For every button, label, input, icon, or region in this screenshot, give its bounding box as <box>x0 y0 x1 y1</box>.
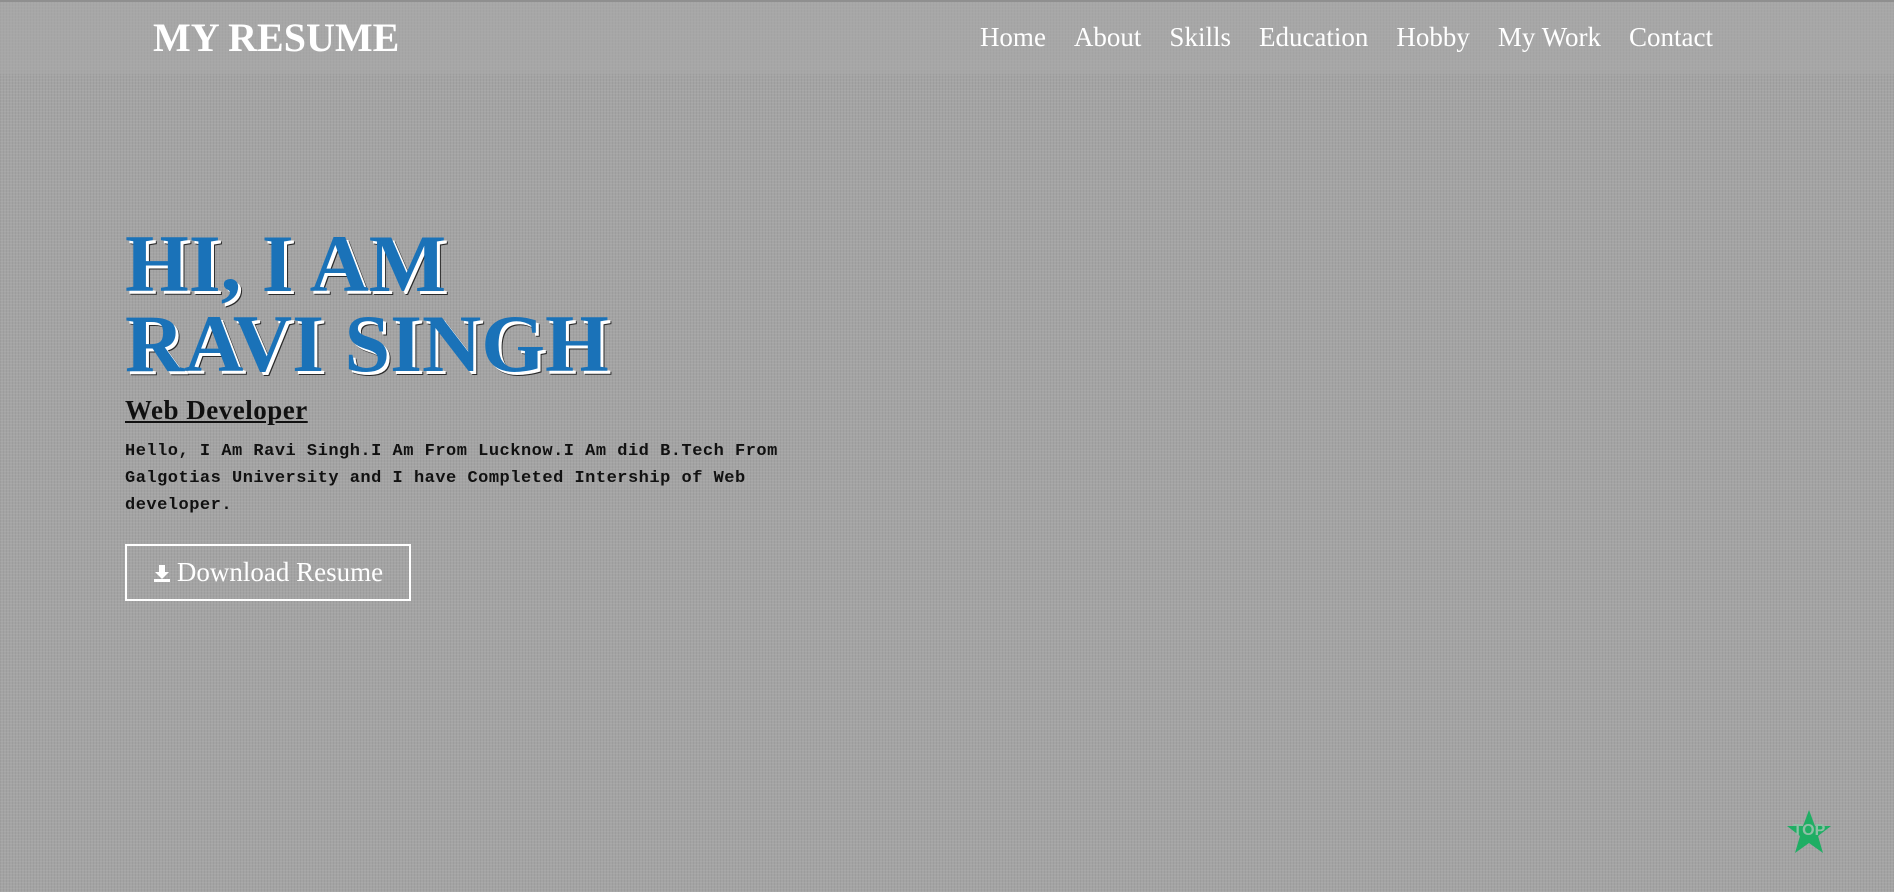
hero-section: HI, I AM RAVI SINGH Web Developer Hello,… <box>125 218 845 519</box>
role-heading: Web Developer <box>125 395 308 425</box>
scroll-top-button[interactable]: TOP <box>1785 808 1833 856</box>
hero-title: HI, I AM RAVI SINGH <box>125 218 845 389</box>
download-icon <box>153 564 170 582</box>
nav-link-contact[interactable]: Contact <box>1629 18 1713 56</box>
navbar: MY RESUME Home About Skills Education Ho… <box>0 0 1894 74</box>
download-resume-button[interactable]: Download Resume <box>125 544 411 601</box>
intro-text: Hello, I Am Ravi Singh.I Am From Lucknow… <box>125 442 778 515</box>
nav-link-about[interactable]: About <box>1074 18 1142 56</box>
scroll-top-label: TOP <box>1792 822 1826 839</box>
nav-link-home[interactable]: Home <box>980 18 1046 56</box>
main-nav: Home About Skills Education Hobby My Wor… <box>980 18 1713 56</box>
nav-link-education[interactable]: Education <box>1259 18 1368 56</box>
nav-link-my-work[interactable]: My Work <box>1498 18 1601 56</box>
download-resume-label: Download Resume <box>176 557 384 587</box>
site-logo[interactable]: MY RESUME <box>153 14 399 62</box>
hero-title-line1: HI, I AM <box>125 218 447 309</box>
hero-title-line2: RAVI SINGH <box>125 298 609 389</box>
nav-link-hobby[interactable]: Hobby <box>1396 18 1470 56</box>
nav-link-skills[interactable]: Skills <box>1169 18 1231 56</box>
